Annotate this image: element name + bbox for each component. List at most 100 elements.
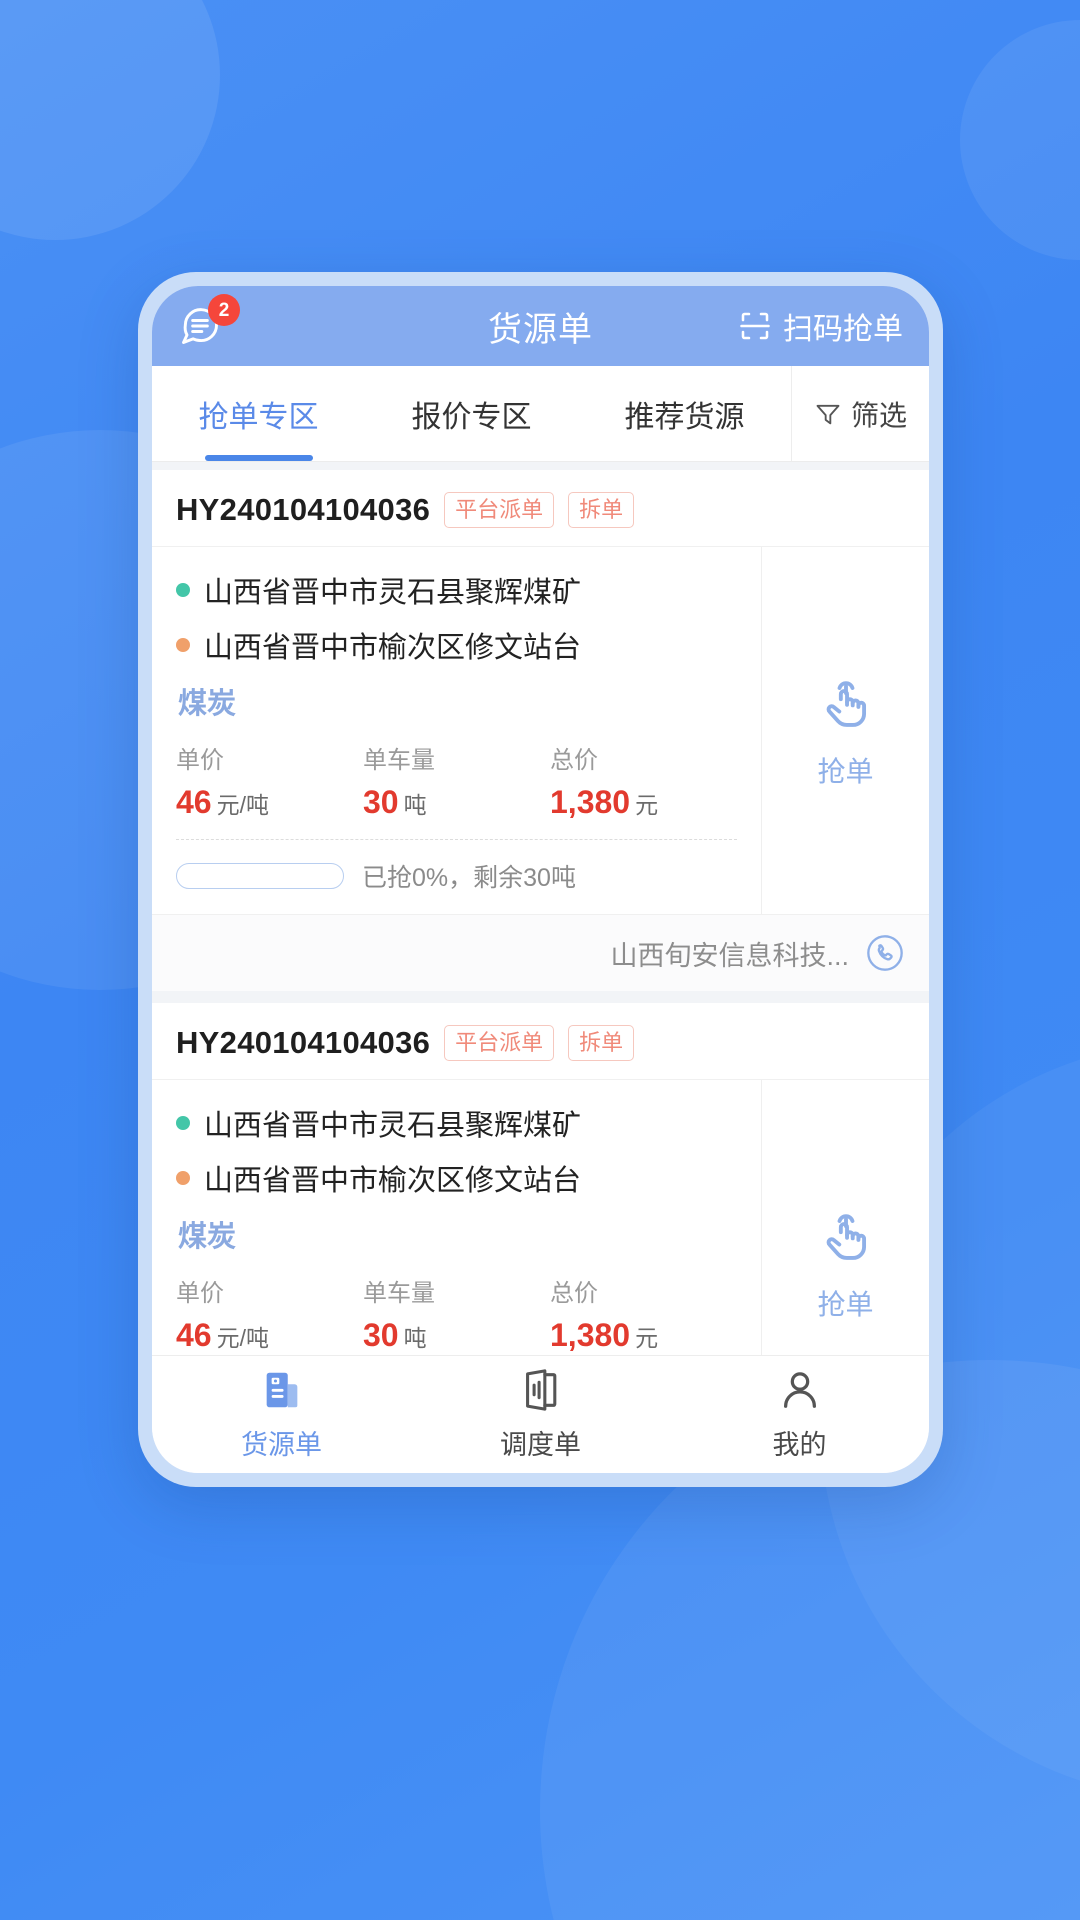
grab-order-button[interactable]: 抢单 — [761, 547, 929, 914]
destination-row: 山西省晋中市榆次区修文站台 — [176, 1157, 737, 1199]
progress-bar — [176, 863, 344, 889]
metric-value: 1,380 元 — [550, 1317, 737, 1354]
app-screen: 2 货源单 扫码抢单 抢单专区 报价专区 推荐货源 筛选 HY240104104… — [152, 286, 929, 1473]
tag-split-order: 拆单 — [568, 492, 635, 528]
metric-unit: 吨 — [403, 792, 427, 818]
metric-number: 46 — [176, 784, 212, 820]
scan-code-label: 扫码抢单 — [783, 313, 903, 346]
cargo-order-card[interactable]: HY240104104036 平台派单 拆单 山西省晋中市灵石县聚辉煤矿 山西省… — [152, 1003, 929, 1355]
card-main-content: 山西省晋中市灵石县聚辉煤矿 山西省晋中市榆次区修文站台 煤炭 单价 46元/吨 — [152, 547, 761, 914]
metric-number: 46 — [176, 1317, 212, 1353]
metric-value: 46 元/吨 — [176, 1317, 363, 1354]
order-number: HY240104104036 — [176, 492, 431, 527]
nav-label: 调度单 — [500, 1430, 581, 1460]
tap-hand-icon — [815, 672, 877, 734]
goods-type: 煤炭 — [178, 688, 237, 720]
tab-list: 抢单专区 报价专区 推荐货源 — [152, 366, 791, 461]
card-header: HY240104104036 平台派单 拆单 — [152, 1003, 929, 1080]
origin-dot-icon — [176, 1116, 190, 1130]
metric-label: 单价 — [176, 1280, 224, 1307]
message-button[interactable]: 2 — [178, 294, 240, 354]
nav-label: 货源单 — [241, 1430, 322, 1460]
metric-unit: 元 — [635, 1325, 659, 1351]
metric-total-price: 总价 1,380 元 — [550, 1273, 737, 1354]
message-badge: 2 — [208, 294, 240, 326]
metric-per-truck: 单车量 30 吨 — [363, 740, 550, 821]
tag-platform-dispatch: 平台派单 — [444, 1025, 555, 1061]
dispatch-order-icon — [518, 1367, 564, 1413]
app-header: 2 货源单 扫码抢单 — [152, 286, 929, 366]
scan-code-button[interactable]: 扫码抢单 — [737, 304, 903, 348]
metric-label: 总价 — [550, 1280, 598, 1307]
card-header: HY240104104036 平台派单 拆单 — [152, 470, 929, 547]
cargo-order-icon — [259, 1367, 305, 1413]
metric-number: 1,380 — [550, 1317, 631, 1353]
metric-unit-price: 单价 46 元/吨 — [176, 1273, 363, 1354]
origin-dot-icon — [176, 583, 190, 597]
company-name: 山西旬安信息科技... — [610, 940, 849, 971]
filter-button[interactable]: 筛选 — [791, 366, 929, 461]
bottom-navigation: 货源单 调度单 我的 — [152, 1355, 929, 1473]
nav-item-profile[interactable]: 我的 — [670, 1356, 929, 1473]
destination-address: 山西省晋中市榆次区修文站台 — [204, 1165, 582, 1197]
tab-label: 报价专区 — [411, 400, 532, 434]
grab-order-label: 抢单 — [817, 1288, 874, 1320]
bg-circle-top-left — [0, 0, 220, 240]
metric-label: 单车量 — [363, 747, 435, 774]
origin-address: 山西省晋中市灵石县聚辉煤矿 — [204, 577, 582, 609]
origin-row: 山西省晋中市灵石县聚辉煤矿 — [176, 569, 737, 611]
tab-label: 推荐货源 — [624, 400, 745, 434]
tab-bar: 抢单专区 报价专区 推荐货源 筛选 — [152, 366, 929, 462]
metric-value: 46 元/吨 — [176, 784, 363, 821]
phone-call-icon[interactable] — [865, 933, 905, 973]
nav-item-dispatch-order[interactable]: 调度单 — [411, 1356, 670, 1473]
destination-dot-icon — [176, 1171, 190, 1185]
origin-row: 山西省晋中市灵石县聚辉煤矿 — [176, 1102, 737, 1144]
cargo-order-card[interactable]: HY240104104036 平台派单 拆单 山西省晋中市灵石县聚辉煤矿 山西省… — [152, 470, 929, 991]
cargo-order-list[interactable]: HY240104104036 平台派单 拆单 山西省晋中市灵石县聚辉煤矿 山西省… — [152, 462, 929, 1355]
metric-unit: 元/吨 — [216, 792, 269, 818]
metric-label: 总价 — [550, 747, 598, 774]
scan-code-icon — [737, 308, 773, 344]
metric-number: 30 — [363, 784, 399, 820]
origin-address: 山西省晋中市灵石县聚辉煤矿 — [204, 1110, 582, 1142]
tab-baojia-zone[interactable]: 报价专区 — [365, 366, 578, 461]
metric-number: 1,380 — [550, 784, 631, 820]
nav-label: 我的 — [772, 1430, 827, 1460]
card-body: 山西省晋中市灵石县聚辉煤矿 山西省晋中市榆次区修文站台 煤炭 单价 46元/吨 — [152, 547, 929, 914]
destination-dot-icon — [176, 638, 190, 652]
tab-recommended-cargo[interactable]: 推荐货源 — [578, 366, 791, 461]
metric-unit-price: 单价 46 元/吨 — [176, 740, 363, 821]
metric-value: 1,380 元 — [550, 784, 737, 821]
tag-split-order: 拆单 — [568, 1025, 635, 1061]
metric-total-price: 总价 1,380 元 — [550, 740, 737, 821]
destination-row: 山西省晋中市榆次区修文站台 — [176, 624, 737, 666]
metric-label: 单车量 — [363, 1280, 435, 1307]
filter-label: 筛选 — [850, 399, 907, 431]
metric-unit: 吨 — [403, 1325, 427, 1351]
metric-value: 30 吨 — [363, 784, 550, 821]
funnel-icon — [814, 400, 842, 428]
tab-qiangdan-zone[interactable]: 抢单专区 — [152, 366, 365, 461]
destination-address: 山西省晋中市榆次区修文站台 — [204, 632, 582, 664]
metric-label: 单价 — [176, 747, 224, 774]
card-footer: 山西旬安信息科技... — [152, 914, 929, 991]
tab-label: 抢单专区 — [198, 400, 319, 434]
nav-item-cargo-order[interactable]: 货源单 — [152, 1356, 411, 1473]
card-body: 山西省晋中市灵石县聚辉煤矿 山西省晋中市榆次区修文站台 煤炭 单价 46元/吨 — [152, 1080, 929, 1355]
progress-row: 已抢0%，剩余30吨 — [176, 839, 737, 914]
metric-unit: 元/吨 — [216, 1325, 269, 1351]
tag-platform-dispatch: 平台派单 — [444, 492, 555, 528]
card-main-content: 山西省晋中市灵石县聚辉煤矿 山西省晋中市榆次区修文站台 煤炭 单价 46元/吨 — [152, 1080, 761, 1355]
grab-order-label: 抢单 — [817, 755, 874, 787]
order-number: HY240104104036 — [176, 1025, 431, 1060]
metric-number: 30 — [363, 1317, 399, 1353]
user-profile-icon — [777, 1367, 823, 1413]
metrics-row: 单价 46 元/吨 单车量 30 吨 总价 1,380 元 — [176, 1273, 737, 1354]
phone-frame: 2 货源单 扫码抢单 抢单专区 报价专区 推荐货源 筛选 HY240104104… — [138, 272, 943, 1487]
tap-hand-icon — [815, 1205, 877, 1267]
metric-per-truck: 单车量 30 吨 — [363, 1273, 550, 1354]
metric-value: 30 吨 — [363, 1317, 550, 1354]
grab-order-button[interactable]: 抢单 — [761, 1080, 929, 1355]
metrics-row: 单价 46 元/吨 单车量 30 吨 总价 1,380 元 — [176, 740, 737, 821]
